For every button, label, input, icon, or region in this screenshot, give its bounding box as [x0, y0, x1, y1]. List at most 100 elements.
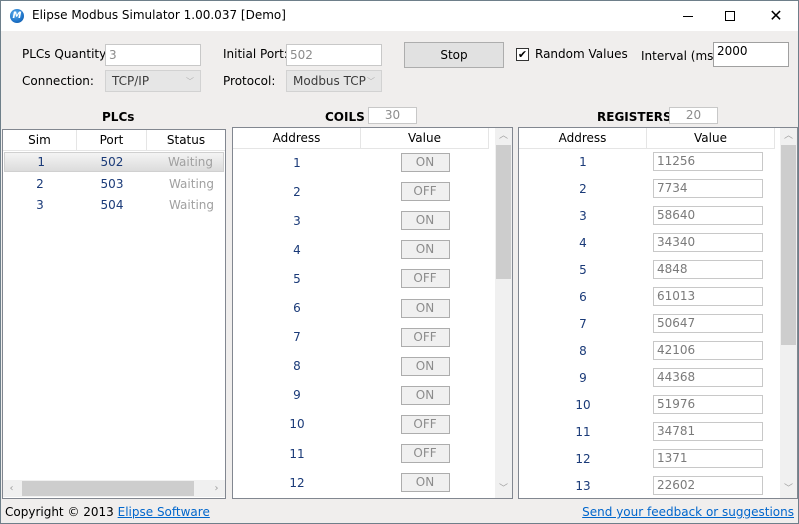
register-row: 10 51976	[519, 394, 775, 415]
coil-row: 12 ON	[233, 471, 489, 494]
coil-address: 7	[293, 330, 301, 345]
scroll-up-icon[interactable]: ︿	[780, 128, 797, 145]
column-header-address[interactable]: Address	[233, 128, 361, 149]
column-header-status[interactable]: Status	[147, 130, 225, 151]
register-value-input[interactable]: 51976	[653, 395, 763, 414]
coil-toggle-button[interactable]: ON	[400, 240, 450, 260]
protocol-label: Protocol:	[223, 74, 276, 88]
register-row: 2 7734	[519, 178, 775, 199]
registers-vertical-scrollbar[interactable]: ︿ ﹀	[780, 128, 797, 498]
stop-button[interactable]: Stop	[404, 42, 504, 68]
plcs-horizontal-scrollbar[interactable]: ‹ ›	[3, 480, 225, 497]
company-link[interactable]: Elipse Software	[118, 505, 210, 519]
coil-address: 8	[293, 359, 301, 374]
coil-value-cell: OFF	[361, 327, 489, 347]
register-value-cell: 44368	[647, 368, 775, 387]
registers-title: REGISTERS	[597, 110, 672, 124]
coil-toggle-button[interactable]: ON	[400, 356, 450, 376]
coil-address: 11	[289, 446, 305, 461]
register-value-input[interactable]: 34781	[653, 422, 763, 441]
plc-row[interactable]: 3 504 Waiting	[3, 194, 225, 215]
register-row: 8 42106	[519, 340, 775, 361]
register-value-cell: 42106	[647, 341, 775, 360]
scroll-down-icon[interactable]: ﹀	[780, 481, 797, 498]
register-value-input[interactable]: 58640	[653, 206, 763, 225]
register-value-cell: 11256	[647, 152, 775, 171]
coil-value-cell: ON	[361, 473, 489, 493]
register-value-cell: 50647	[647, 314, 775, 333]
plc-row[interactable]: 2 503 Waiting	[3, 173, 225, 194]
coil-row: 6 ON	[233, 297, 489, 320]
register-value-input[interactable]: 22602	[653, 476, 763, 495]
coil-toggle-button[interactable]: ON	[400, 298, 450, 318]
register-value-cell: 22602	[647, 476, 775, 495]
register-value-cell: 7734	[647, 179, 775, 198]
coil-value-cell: OFF	[361, 182, 489, 202]
scrollbar-thumb[interactable]	[496, 145, 511, 279]
register-row: 1 11256	[519, 151, 775, 172]
feedback-link[interactable]: Send your feedback or suggestions	[582, 505, 794, 519]
scroll-down-icon[interactable]: ﹀	[495, 481, 512, 498]
coil-toggle-button[interactable]: ON	[400, 385, 450, 405]
register-row: 12 1371	[519, 448, 775, 469]
plcs-quantity-input[interactable]: 3	[105, 44, 201, 66]
coil-toggle-button[interactable]: ON	[400, 153, 450, 172]
scroll-right-icon[interactable]: ›	[208, 480, 225, 497]
column-header-value[interactable]: Value	[361, 128, 489, 149]
coil-value-cell: ON	[361, 356, 489, 376]
initial-port-input[interactable]: 502	[286, 44, 382, 66]
coil-row: 3 ON	[233, 209, 489, 232]
column-header-address[interactable]: Address	[519, 128, 647, 149]
register-value-cell: 1371	[647, 449, 775, 468]
coil-toggle-button[interactable]: OFF	[400, 182, 450, 202]
plc-status: Waiting	[168, 197, 214, 212]
maximize-button[interactable]	[707, 1, 753, 31]
register-value-input[interactable]: 42106	[653, 341, 763, 360]
register-value-input[interactable]: 34340	[653, 233, 763, 252]
coil-address: 6	[293, 301, 301, 315]
connection-select[interactable]: TCP/IP ﹀	[105, 70, 201, 92]
coils-vertical-scrollbar[interactable]: ︿ ﹀	[495, 128, 512, 498]
registers-count[interactable]: 20	[669, 107, 718, 124]
maximize-icon	[725, 11, 735, 21]
register-value-input[interactable]: 11256	[653, 152, 763, 171]
app-window: M Elipse Modbus Simulator 1.00.037 [Demo…	[0, 0, 799, 524]
register-value-input[interactable]: 7734	[653, 179, 763, 198]
scrollbar-thumb[interactable]	[22, 481, 194, 496]
random-values-checkbox[interactable]: ✔	[516, 48, 529, 61]
coil-toggle-button[interactable]: OFF	[400, 444, 450, 463]
column-header-sim[interactable]: Sim	[3, 130, 77, 151]
coils-count[interactable]: 30	[368, 107, 417, 124]
register-value-input[interactable]: 4848	[653, 260, 763, 279]
scrollbar-thumb[interactable]	[781, 145, 796, 345]
register-value-input[interactable]: 1371	[653, 449, 763, 468]
window-title: Elipse Modbus Simulator 1.00.037 [Demo]	[32, 8, 286, 22]
checkmark-icon: ✔	[517, 48, 528, 61]
close-button[interactable]: ✕	[753, 1, 799, 31]
interval-input[interactable]: 2000	[713, 42, 789, 67]
minimize-button[interactable]	[665, 1, 711, 31]
register-row: 7 50647	[519, 313, 775, 334]
column-header-port[interactable]: Port	[77, 130, 147, 151]
plc-row[interactable]: 1 502 Waiting	[4, 152, 224, 172]
register-address: 13	[575, 478, 591, 493]
column-header-value[interactable]: Value	[647, 128, 775, 149]
coil-toggle-button[interactable]: OFF	[400, 414, 450, 434]
scroll-left-icon[interactable]: ‹	[3, 480, 20, 497]
registers-grid: Address Value 1 11256 2 7734 3 58640 4 34340 5 48…	[518, 127, 798, 499]
register-value-input[interactable]: 50647	[653, 314, 763, 333]
coil-address: 12	[289, 475, 305, 490]
coils-grid: Address Value 1 ON 2 OFF 3 ON 4 ON 5 OFF 6 ON 7 OFF 8 O…	[232, 127, 513, 499]
scroll-up-icon[interactable]: ︿	[495, 128, 512, 145]
protocol-select[interactable]: Modbus TCP ﹀	[286, 70, 382, 92]
coil-toggle-button[interactable]: OFF	[400, 269, 450, 289]
chevron-down-icon: ﹀	[367, 77, 375, 86]
coil-toggle-button[interactable]: ON	[400, 473, 450, 493]
register-address: 4	[579, 235, 587, 250]
minimize-icon	[683, 15, 693, 17]
coil-toggle-button[interactable]: ON	[400, 211, 450, 231]
register-value-input[interactable]: 44368	[653, 368, 763, 387]
coil-row: 1 ON	[233, 151, 489, 174]
coil-toggle-button[interactable]: OFF	[400, 327, 450, 347]
register-value-input[interactable]: 61013	[653, 287, 763, 306]
